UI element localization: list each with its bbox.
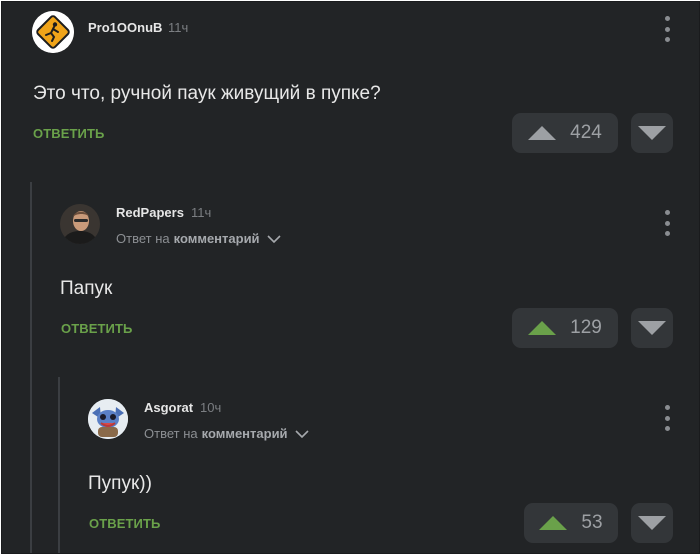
username[interactable]: Asgorat	[144, 400, 193, 415]
upvote-button[interactable]: 53	[524, 503, 618, 543]
timestamp: 11ч	[168, 20, 189, 35]
downvote-button[interactable]	[631, 308, 673, 348]
chevron-down-icon	[294, 429, 309, 438]
vote-count: 53	[581, 512, 603, 533]
vote-count: 129	[570, 317, 602, 338]
arrow-down-icon	[638, 516, 666, 530]
running-man-sign-icon	[32, 11, 74, 53]
timestamp: 10ч	[200, 400, 222, 415]
username[interactable]: RedPapers	[116, 205, 184, 220]
avatar[interactable]	[32, 11, 74, 53]
comment-text: Папук	[60, 278, 113, 299]
stitch-character-icon	[88, 399, 128, 439]
reply-to-prefix: Ответ на	[144, 426, 198, 441]
chevron-down-icon	[266, 234, 281, 243]
reply-to-link[interactable]: Ответ на комментарий	[116, 231, 281, 246]
reply-to-target: комментарий	[201, 426, 288, 441]
reply-button[interactable]: ОТВЕТИТЬ	[33, 126, 104, 141]
reply-button[interactable]: ОТВЕТИТЬ	[89, 516, 160, 531]
username[interactable]: Pro1OOnuB	[88, 20, 162, 35]
comment-text: Это что, ручной паук живущий в пупке?	[33, 83, 381, 104]
arrow-down-icon	[638, 126, 666, 140]
comment-text: Пупук))	[88, 473, 152, 494]
arrow-down-icon	[638, 321, 666, 335]
upvote-button[interactable]: 424	[512, 113, 618, 153]
more-options-icon[interactable]	[664, 405, 670, 431]
upvote-button[interactable]: 129	[512, 308, 618, 348]
reply-button[interactable]: ОТВЕТИТЬ	[61, 321, 132, 336]
thread-line-level-1[interactable]	[30, 182, 32, 553]
arrow-up-icon	[528, 126, 557, 140]
avatar[interactable]	[60, 204, 100, 244]
reply-to-prefix: Ответ на	[116, 231, 170, 246]
man-portrait-icon	[60, 204, 100, 244]
downvote-button[interactable]	[631, 113, 673, 153]
vote-count: 424	[570, 122, 602, 143]
thread-line-level-2[interactable]	[58, 377, 60, 553]
reply-to-target: комментарий	[173, 231, 260, 246]
more-options-icon[interactable]	[664, 16, 670, 42]
arrow-up-icon	[539, 516, 568, 530]
comment-thread: Pro1OOnuB 11ч Это что, ручной паук живущ…	[1, 1, 700, 554]
avatar[interactable]	[88, 399, 128, 439]
arrow-up-icon	[528, 321, 557, 335]
downvote-button[interactable]	[631, 503, 673, 543]
timestamp: 11ч	[191, 205, 212, 220]
more-options-icon[interactable]	[664, 210, 670, 236]
reply-to-link[interactable]: Ответ на комментарий	[144, 426, 309, 441]
